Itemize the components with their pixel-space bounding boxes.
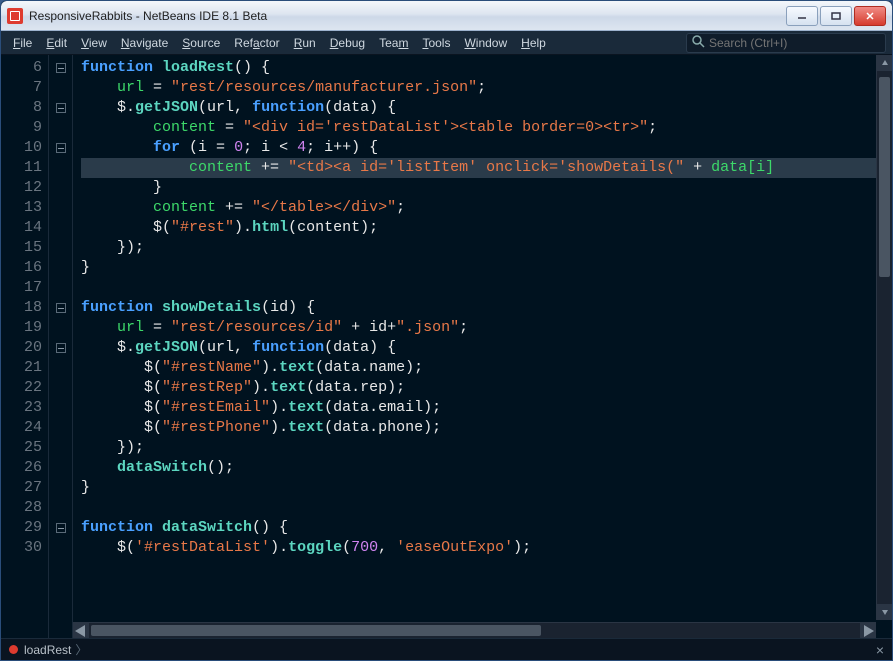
code-line[interactable]: dataSwitch(); <box>81 458 892 478</box>
line-number: 10 <box>1 138 42 158</box>
menu-view[interactable]: View <box>75 34 113 52</box>
code-line[interactable]: function dataSwitch() { <box>81 518 892 538</box>
line-number: 26 <box>1 458 42 478</box>
titlebar[interactable]: ResponsiveRabbits - NetBeans IDE 8.1 Bet… <box>1 1 892 31</box>
menu-debug[interactable]: Debug <box>324 34 371 52</box>
line-number: 9 <box>1 118 42 138</box>
line-number: 23 <box>1 398 42 418</box>
close-button[interactable] <box>854 6 886 26</box>
menu-file[interactable]: File <box>7 34 38 52</box>
line-gutter: 6789101112131415161718192021222324252627… <box>1 55 49 638</box>
menu-tools[interactable]: Tools <box>416 34 456 52</box>
search-input[interactable] <box>705 36 881 50</box>
line-number: 8 <box>1 98 42 118</box>
horizontal-scrollbar[interactable] <box>73 622 876 638</box>
line-number: 25 <box>1 438 42 458</box>
line-number: 14 <box>1 218 42 238</box>
line-number: 19 <box>1 318 42 338</box>
fold-column <box>49 55 73 638</box>
code-line[interactable]: $("#restEmail").text(data.email); <box>81 398 892 418</box>
window-title: ResponsiveRabbits - NetBeans IDE 8.1 Bet… <box>29 9 786 23</box>
fold-toggle[interactable] <box>56 143 66 153</box>
code-line[interactable]: $.getJSON(url, function(data) { <box>81 98 892 118</box>
fold-toggle[interactable] <box>56 103 66 113</box>
code-line[interactable] <box>81 498 892 518</box>
menu-source[interactable]: Source <box>176 34 226 52</box>
ide-window: ResponsiveRabbits - NetBeans IDE 8.1 Bet… <box>0 0 893 661</box>
code-line[interactable]: url = "rest/resources/id" + id+".json"; <box>81 318 892 338</box>
line-number: 18 <box>1 298 42 318</box>
fold-toggle[interactable] <box>56 63 66 73</box>
menu-help[interactable]: Help <box>515 34 552 52</box>
code-area[interactable]: function loadRest() { url = "rest/resour… <box>73 55 892 638</box>
search-icon <box>691 34 705 51</box>
code-line[interactable]: }); <box>81 238 892 258</box>
code-line[interactable]: $('#restDataList').toggle(700, 'easeOutE… <box>81 538 892 558</box>
code-line[interactable] <box>81 278 892 298</box>
line-number: 20 <box>1 338 42 358</box>
scroll-left-button[interactable] <box>73 623 89 638</box>
code-line[interactable]: url = "rest/resources/manufacturer.json"… <box>81 78 892 98</box>
menu-navigate[interactable]: Navigate <box>115 34 174 52</box>
code-line[interactable]: content = "<div id='restDataList'><table… <box>81 118 892 138</box>
scroll-thumb[interactable] <box>91 625 541 636</box>
menu-team[interactable]: Team <box>373 34 414 52</box>
line-number: 17 <box>1 278 42 298</box>
line-number: 22 <box>1 378 42 398</box>
app-icon <box>7 8 23 24</box>
code-line[interactable]: $("#restName").text(data.name); <box>81 358 892 378</box>
line-number: 24 <box>1 418 42 438</box>
line-number: 27 <box>1 478 42 498</box>
fold-toggle[interactable] <box>56 523 66 533</box>
search-box[interactable] <box>686 33 886 53</box>
menu-edit[interactable]: Edit <box>40 34 73 52</box>
minimize-button[interactable] <box>786 6 818 26</box>
line-number: 30 <box>1 538 42 558</box>
code-line[interactable]: } <box>81 178 892 198</box>
line-number: 6 <box>1 58 42 78</box>
line-number: 7 <box>1 78 42 98</box>
code-line[interactable]: function showDetails(id) { <box>81 298 892 318</box>
menubar: File Edit View Navigate Source Refactor … <box>1 31 892 55</box>
line-number: 16 <box>1 258 42 278</box>
menu-window[interactable]: Window <box>458 34 513 52</box>
window-buttons <box>786 6 886 26</box>
code-line[interactable]: for (i = 0; i < 4; i++) { <box>81 138 892 158</box>
code-line[interactable]: } <box>81 478 892 498</box>
code-line-current[interactable]: content += "<td><a id='listItem' onclick… <box>81 158 892 178</box>
code-line[interactable]: content += "</table></div>"; <box>81 198 892 218</box>
vertical-scrollbar[interactable] <box>876 55 892 620</box>
line-number: 28 <box>1 498 42 518</box>
code-line[interactable]: $("#rest").html(content); <box>81 218 892 238</box>
line-number: 29 <box>1 518 42 538</box>
code-line[interactable]: } <box>81 258 892 278</box>
scroll-right-button[interactable] <box>860 623 876 638</box>
breadcrumb-separator-icon: 〉 <box>75 641 87 658</box>
breadcrumb-dot-icon <box>9 645 18 654</box>
menu-refactor[interactable]: Refactor <box>228 34 285 52</box>
code-line[interactable]: function loadRest() { <box>81 58 892 78</box>
code-line[interactable]: $("#restPhone").text(data.phone); <box>81 418 892 438</box>
line-number: 12 <box>1 178 42 198</box>
line-number: 13 <box>1 198 42 218</box>
menu-run[interactable]: Run <box>288 34 322 52</box>
fold-toggle[interactable] <box>56 303 66 313</box>
code-editor[interactable]: 6789101112131415161718192021222324252627… <box>1 55 892 638</box>
line-number: 21 <box>1 358 42 378</box>
scroll-thumb[interactable] <box>879 77 890 277</box>
line-number: 15 <box>1 238 42 258</box>
maximize-button[interactable] <box>820 6 852 26</box>
line-number: 11 <box>1 158 42 178</box>
code-line[interactable]: $.getJSON(url, function(data) { <box>81 338 892 358</box>
scroll-up-button[interactable] <box>877 55 892 71</box>
code-line[interactable]: }); <box>81 438 892 458</box>
code-line[interactable]: $("#restRep").text(data.rep); <box>81 378 892 398</box>
scroll-down-button[interactable] <box>877 604 892 620</box>
fold-toggle[interactable] <box>56 343 66 353</box>
statusbar: loadRest 〉 × <box>1 638 892 660</box>
statusbar-close-icon[interactable]: × <box>876 642 884 658</box>
breadcrumb-item[interactable]: loadRest <box>24 643 71 657</box>
